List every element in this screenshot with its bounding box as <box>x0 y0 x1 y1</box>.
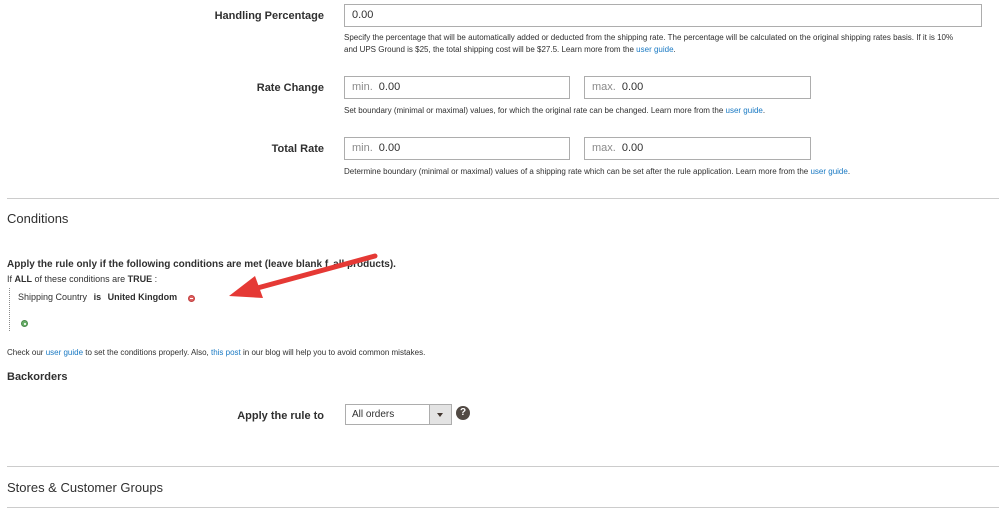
stores-customer-groups-title[interactable]: Stores & Customer Groups <box>7 480 163 496</box>
handling-percentage-label: Handling Percentage <box>214 10 324 22</box>
rate-change-min-input[interactable]: min. 0.00 <box>344 76 570 99</box>
value-true[interactable]: TRUE <box>128 274 153 284</box>
rate-change-min-prefix: min. <box>352 81 373 93</box>
total-rate-max-prefix: max. <box>592 142 616 154</box>
total-rate-min-prefix: min. <box>352 142 373 154</box>
rate-change-max-prefix: max. <box>592 81 616 93</box>
apply-rule-to-label: Apply the rule to <box>237 410 324 422</box>
this-post-link[interactable]: this post <box>211 348 241 357</box>
section-divider-2 <box>7 466 999 467</box>
handling-user-guide-link[interactable]: user guide <box>636 45 673 54</box>
total-rate-max-input[interactable]: max. 0.00 <box>584 137 811 160</box>
handling-note-text: and UPS Ground is $25, the total shippin… <box>344 45 637 54</box>
handling-percentage-value: 0.00 <box>352 9 374 21</box>
check-text: Check our <box>7 348 46 357</box>
conditions-user-guide-link[interactable]: user guide <box>46 348 83 357</box>
section-divider-3 <box>7 507 999 508</box>
rate-change-user-guide-link[interactable]: user guide <box>726 106 763 115</box>
rate-change-max-input[interactable]: max. 0.00 <box>584 76 811 99</box>
rate-change-note-text: Set boundary (minimal or maximal) values… <box>344 106 726 115</box>
total-rate-note-end: . <box>847 167 851 176</box>
rate-change-note: Set boundary (minimal or maximal) values… <box>344 105 989 117</box>
total-rate-max-value: 0.00 <box>621 142 644 154</box>
help-icon[interactable]: ? <box>456 406 470 420</box>
if-text: If <box>7 274 13 284</box>
total-rate-label: Total Rate <box>271 143 324 155</box>
condition-row: Shipping Country is United Kingdom <box>18 291 177 303</box>
total-rate-min-input[interactable]: min. 0.00 <box>344 137 570 160</box>
handling-note-line2: and UPS Ground is $25, the total shippin… <box>344 44 989 56</box>
conditions-middle-text: of these conditions are <box>34 274 126 284</box>
handling-percentage-input[interactable]: 0.00 <box>344 4 982 27</box>
conditions-if-line: If ALL of these conditions are TRUE : <box>7 273 157 285</box>
total-rate-note: Determine boundary (minimal or maximal) … <box>344 166 989 178</box>
apply-rule-to-select[interactable]: All orders <box>345 404 452 425</box>
aggregator-all[interactable]: ALL <box>15 274 33 284</box>
conditions-tree <box>9 288 10 331</box>
handling-percentage-note: Specify the percentage that will be auto… <box>344 32 989 56</box>
total-rate-min-value: 0.00 <box>378 142 401 154</box>
annotation-arrow <box>229 253 378 298</box>
rate-change-min-value: 0.00 <box>378 81 401 93</box>
add-condition-icon[interactable] <box>21 320 28 327</box>
condition-attribute: Shipping Country <box>18 292 88 302</box>
rate-change-label: Rate Change <box>256 82 324 94</box>
chevron-down-icon[interactable] <box>429 405 451 424</box>
apply-rule-to-value: All orders <box>352 409 395 420</box>
rate-change-max-value: 0.00 <box>621 81 644 93</box>
conditions-check-text: Check our user guide to set the conditio… <box>7 347 425 359</box>
backorders-title: Backorders <box>7 371 68 383</box>
rate-change-note-end: . <box>762 106 766 115</box>
condition-value[interactable]: United Kingdom <box>108 292 178 302</box>
total-rate-note-text: Determine boundary (minimal or maximal) … <box>344 167 811 176</box>
conditions-title[interactable]: Conditions <box>7 211 68 227</box>
condition-operator[interactable]: is <box>94 292 102 302</box>
handling-note-end: . <box>673 45 676 54</box>
colon-text: : <box>154 274 158 284</box>
remove-condition-icon[interactable] <box>188 295 195 302</box>
section-divider <box>7 198 999 199</box>
handling-note-line1: Specify the percentage that will be auto… <box>344 33 954 42</box>
check-mid-text: to set the conditions properly. Also, <box>83 348 211 357</box>
total-rate-user-guide-link[interactable]: user guide <box>810 167 847 176</box>
check-end-text: in our blog will help you to avoid commo… <box>240 348 426 357</box>
